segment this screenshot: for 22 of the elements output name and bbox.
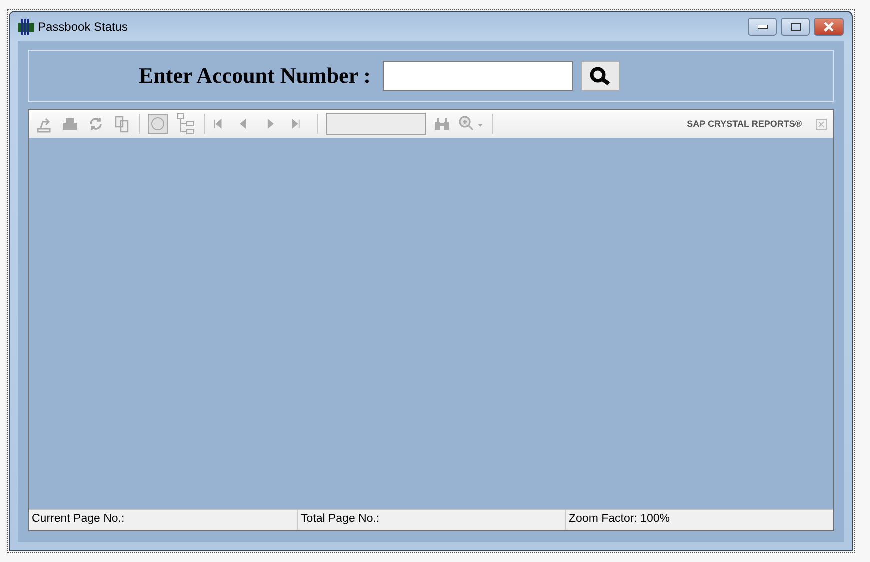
close-button[interactable]: [814, 18, 844, 36]
status-text: Current Page No.:: [31, 512, 126, 527]
maximize-icon: [790, 22, 800, 30]
close-icon[interactable]: [816, 118, 827, 130]
copy-icon[interactable]: [113, 115, 131, 133]
search-icon: [588, 66, 613, 86]
status-text: Total Page No.:: [297, 510, 565, 530]
brand-logo: SAP CRYSTAL REPORTS®: [687, 119, 802, 129]
close-icon: [823, 22, 835, 32]
refresh-icon[interactable]: [87, 115, 105, 133]
binoculars-icon[interactable]: [434, 117, 450, 131]
app-icon: [18, 18, 34, 34]
zoom-icon[interactable]: [458, 115, 484, 133]
account-number-field[interactable]: [383, 61, 574, 91]
tree-icon[interactable]: [176, 113, 196, 135]
account-number-label: Enter Account Number :: [139, 63, 372, 89]
minimize-icon: [758, 24, 768, 28]
search-button[interactable]: [581, 61, 620, 91]
maximize-button[interactable]: [781, 18, 810, 36]
status-text: Zoom Factor: 100%: [565, 510, 833, 530]
window-title: Passbook Status: [38, 20, 130, 34]
minimize-button[interactable]: [748, 18, 777, 36]
